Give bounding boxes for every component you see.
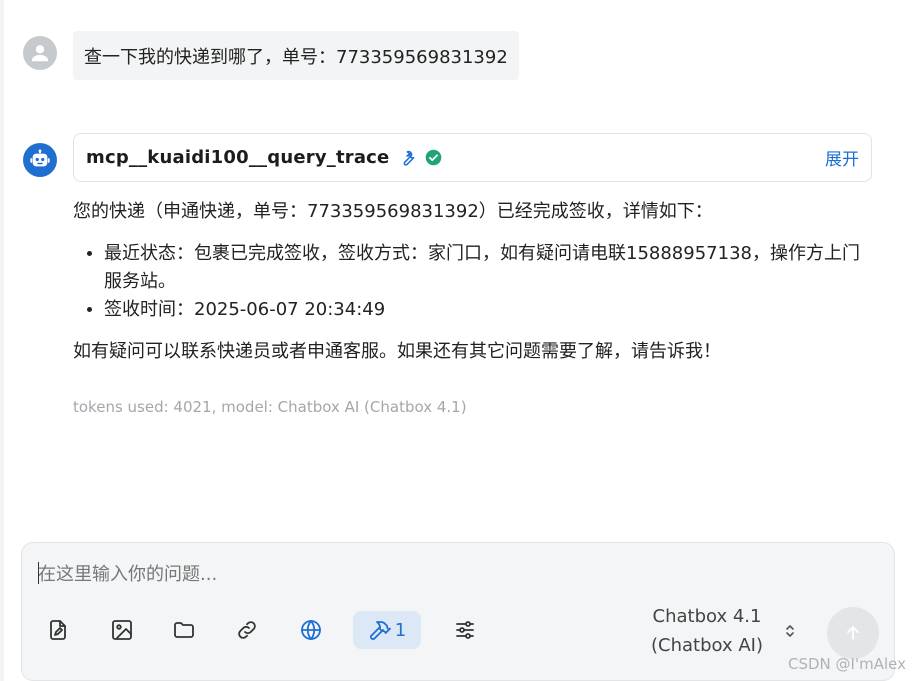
reply-closing: 如有疑问可以联系快递员或者申通客服。如果还有其它问题需要了解，请告诉我！ bbox=[73, 341, 721, 362]
arrow-up-icon bbox=[847, 626, 859, 640]
attach-file-button[interactable] bbox=[39, 611, 77, 649]
watermark: CSDN @I'mAlex bbox=[788, 655, 906, 673]
assistant-message: 您的快递（申通快递，单号：773359569831392）已经完成签收，详情如下… bbox=[73, 198, 873, 366]
attach-image-button[interactable] bbox=[103, 611, 141, 649]
message-input[interactable] bbox=[36, 557, 640, 591]
tool-call-card[interactable]: mcp__kuaidi100__query_trace 展开 bbox=[73, 133, 872, 182]
hammer-icon bbox=[369, 621, 391, 640]
assistant-avatar bbox=[23, 143, 57, 177]
send-button[interactable] bbox=[827, 607, 879, 659]
user-avatar bbox=[23, 36, 57, 70]
web-search-button[interactable] bbox=[292, 611, 330, 649]
wrench-icon bbox=[399, 149, 417, 167]
expand-button[interactable]: 展开 bbox=[825, 145, 859, 170]
user-message-text: 查一下我的快递到哪了，单号：773359569831392 bbox=[84, 46, 508, 68]
file-edit-icon bbox=[50, 620, 66, 640]
attach-folder-button[interactable] bbox=[165, 611, 203, 649]
user-message: 查一下我的快递到哪了，单号：773359569831392 bbox=[73, 31, 519, 80]
mcp-tools-count: 1 bbox=[394, 619, 407, 641]
left-panel-edge bbox=[0, 0, 4, 681]
image-icon bbox=[112, 620, 132, 640]
link-icon bbox=[238, 621, 256, 639]
robot-icon bbox=[30, 149, 50, 167]
settings-button[interactable] bbox=[446, 611, 484, 649]
model-name-line2: (Chatbox AI) bbox=[651, 635, 763, 656]
model-name-line1: Chatbox 4.1 bbox=[652, 606, 762, 627]
sliders-icon bbox=[456, 621, 474, 639]
attach-link-button[interactable] bbox=[228, 611, 266, 649]
reply-bullet-list: 最近状态：包裹已完成签收，签收方式：家门口，如有疑问请电联15888957138… bbox=[73, 240, 873, 324]
user-icon bbox=[31, 45, 49, 62]
globe-icon bbox=[301, 620, 321, 640]
list-item: 签收时间：2025-06-07 20:34:49 bbox=[104, 296, 873, 324]
success-check-icon bbox=[425, 149, 442, 166]
reply-intro: 您的快递（申通快递，单号：773359569831392）已经完成签收，详情如下… bbox=[73, 201, 713, 222]
mcp-tools-button[interactable]: 1 bbox=[353, 611, 421, 649]
model-selector[interactable]: Chatbox 4.1 (Chatbox AI) bbox=[642, 601, 802, 661]
chevron-updown-icon bbox=[784, 623, 796, 639]
model-name: Chatbox 4.1 (Chatbox AI) bbox=[642, 602, 772, 660]
tool-call-name: mcp__kuaidi100__query_trace bbox=[86, 147, 390, 168]
list-item: 最近状态：包裹已完成签收，签收方式：家门口，如有疑问请电联15888957138… bbox=[104, 240, 873, 296]
message-meta: tokens used: 4021, model: Chatbox AI (Ch… bbox=[73, 398, 467, 416]
composer: 1 Chatbox 4.1 (Chatbox AI) bbox=[21, 542, 895, 681]
folder-icon bbox=[174, 622, 194, 638]
